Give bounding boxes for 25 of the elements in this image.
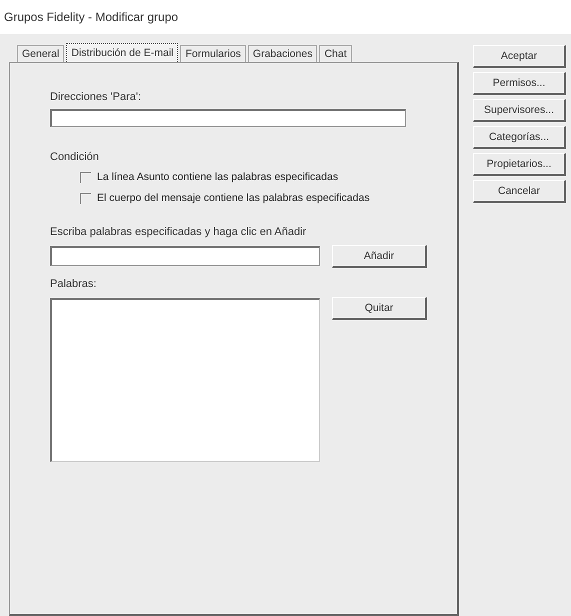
checkbox-label: La línea Asunto contiene las palabras especificadas <box>97 171 338 183</box>
checkbox-label: El cuerpo del mensaje contiene las palabras especificadas <box>97 192 370 204</box>
window-title: Grupos Fidelity - Modificar grupo <box>4 10 178 24</box>
field-label: Direcciones 'Para': <box>50 91 142 103</box>
field-label: Escriba palabras especificadas y haga clic en Añadir <box>50 226 308 238</box>
add-button[interactable]: Añadir <box>332 245 427 268</box>
remove-button[interactable]: Quitar <box>332 297 427 320</box>
list-label: Palabras: <box>50 278 98 290</box>
permissions-button[interactable]: Permisos... <box>473 72 566 95</box>
checkbox[interactable] <box>80 172 91 182</box>
input-field[interactable] <box>50 109 406 127</box>
tab[interactable]: Chat <box>319 45 352 62</box>
owners-button[interactable]: Propietarios... <box>473 153 566 176</box>
input-field[interactable] <box>50 246 320 266</box>
word-list[interactable] <box>50 298 320 462</box>
tab[interactable]: General <box>17 45 64 62</box>
cancel-button[interactable]: Cancelar <box>473 180 566 203</box>
tab[interactable]: Distribución de E-mail <box>66 43 178 62</box>
ok-button[interactable]: Aceptar <box>473 45 566 68</box>
section-label: Condición <box>50 151 100 163</box>
categories-button[interactable]: Categorías... <box>473 126 566 149</box>
tab[interactable]: Formularios <box>180 45 246 62</box>
checkbox[interactable] <box>80 192 91 204</box>
supervisors-button[interactable]: Supervisores... <box>473 99 566 122</box>
tab[interactable]: Grabaciones <box>248 45 318 62</box>
